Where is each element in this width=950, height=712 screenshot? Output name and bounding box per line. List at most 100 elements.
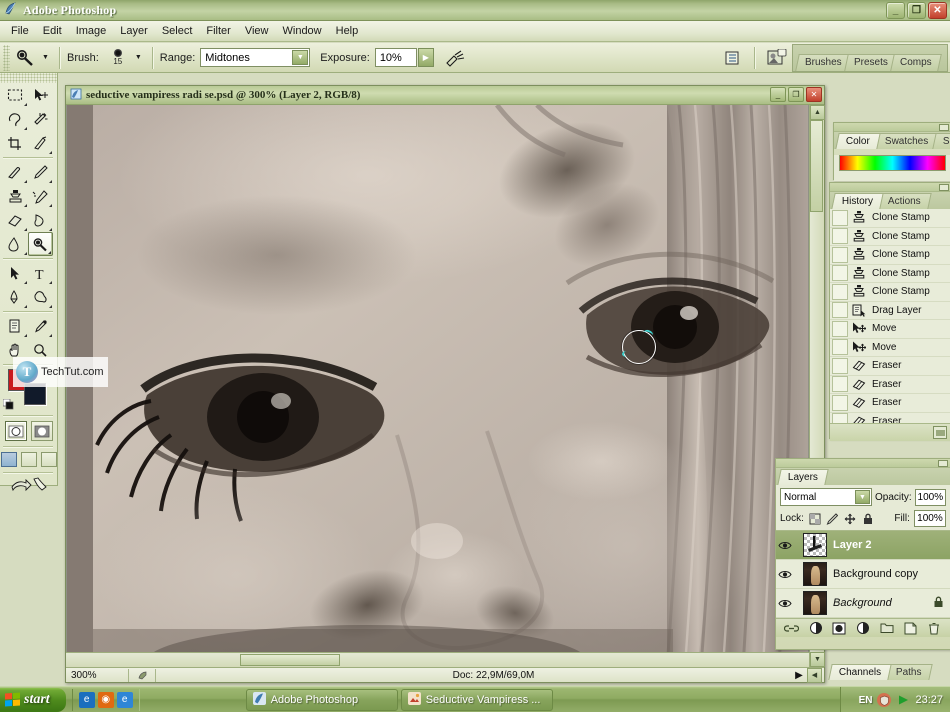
standard-screen-mode-button[interactable]	[0, 452, 17, 467]
gradient-tool[interactable]	[28, 208, 53, 232]
scroll-up-icon[interactable]: ▲	[810, 105, 825, 120]
palette-well[interactable]: Brushes Presets Comps	[792, 44, 948, 72]
menu-view[interactable]: View	[238, 23, 276, 39]
tab-layers[interactable]: Layers	[777, 469, 829, 485]
lock-transparency-icon[interactable]	[808, 512, 822, 526]
airbrush-icon[interactable]	[444, 47, 466, 69]
tab-swatches[interactable]: Swatches	[874, 133, 939, 149]
new-group-icon[interactable]	[879, 621, 894, 636]
history-item[interactable]: Clone Stamp	[830, 209, 950, 228]
history-item[interactable]: Clone Stamp	[830, 283, 950, 302]
document-minimize-button[interactable]: _	[770, 87, 786, 102]
browser-icon[interactable]: e	[116, 691, 133, 708]
history-snapshot-box[interactable]	[832, 394, 848, 411]
jump-to-imageready-button[interactable]	[0, 475, 57, 495]
chevron-down-icon[interactable]: ▼	[292, 50, 309, 65]
new-layer-icon[interactable]	[903, 621, 918, 636]
canvas-horizontal-scrollbar[interactable]	[66, 652, 809, 667]
slice-tool[interactable]	[28, 131, 53, 155]
menu-window[interactable]: Window	[276, 23, 329, 39]
image-ready-icon[interactable]	[766, 47, 788, 69]
document-preview-icon[interactable]	[129, 670, 155, 681]
document-titlebar[interactable]: seductive vampiress radi se.psd @ 300% (…	[66, 86, 824, 105]
file-browser-icon[interactable]	[721, 47, 743, 69]
eye-icon[interactable]	[776, 569, 793, 580]
vertical-scroll-thumb[interactable]	[810, 120, 823, 212]
restore-button[interactable]: ❐	[907, 2, 926, 19]
history-snapshot-box[interactable]	[832, 265, 848, 282]
horizontal-scroll-thumb[interactable]	[240, 654, 340, 666]
blend-mode-select[interactable]: Normal ▼	[780, 488, 872, 506]
history-snapshot-box[interactable]	[832, 209, 848, 226]
tab-paths[interactable]: Paths	[885, 664, 933, 680]
magic-wand-tool[interactable]	[28, 107, 53, 131]
history-palette-minimize-button[interactable]	[939, 184, 949, 191]
color-palette-titlebar[interactable]	[834, 123, 950, 132]
dodge-tool-preview-icon[interactable]	[13, 46, 39, 70]
eye-icon[interactable]	[776, 540, 793, 551]
history-snapshot-box[interactable]	[832, 246, 848, 263]
palette-well-tab-presets[interactable]: Presets	[843, 54, 898, 71]
lasso-tool[interactable]	[3, 107, 28, 131]
statusbar-resize-icon[interactable]: ◀	[807, 667, 822, 683]
palette-well-tab-comps[interactable]: Comps	[889, 54, 942, 71]
adjustment-layer-icon[interactable]	[855, 621, 870, 636]
statusbar-menu-icon[interactable]: ▶	[791, 670, 807, 681]
layer-row[interactable]: Background copy	[776, 560, 950, 589]
lock-all-icon[interactable]	[861, 512, 875, 526]
history-item[interactable]: Eraser	[830, 394, 950, 413]
menu-image[interactable]: Image	[69, 23, 114, 39]
history-palette-titlebar[interactable]	[830, 183, 950, 192]
menu-layer[interactable]: Layer	[113, 23, 155, 39]
tab-color[interactable]: Color	[835, 133, 881, 149]
tab-styles[interactable]: S	[932, 133, 950, 149]
link-layers-icon[interactable]	[784, 621, 800, 636]
layer-row[interactable]: Background	[776, 589, 950, 618]
brush-preview[interactable]: 15	[104, 49, 132, 66]
firefox-icon[interactable]: ◉	[97, 691, 114, 708]
toolbox-grip[interactable]	[0, 73, 57, 83]
crop-tool[interactable]	[3, 131, 28, 155]
history-item[interactable]: Move	[830, 320, 950, 339]
eraser-tool[interactable]	[3, 208, 28, 232]
history-item[interactable]: Clone Stamp	[830, 246, 950, 265]
eyedropper-tool[interactable]	[28, 314, 53, 338]
eye-icon[interactable]	[776, 598, 793, 609]
history-item[interactable]: Clone Stamp	[830, 228, 950, 246]
layer-thumbnail[interactable]	[803, 562, 827, 586]
exposure-slider-button[interactable]: ▶	[417, 48, 434, 67]
history-item[interactable]: Clone Stamp	[830, 265, 950, 283]
brush-dropdown[interactable]: ▼	[132, 51, 145, 64]
history-snapshot-box[interactable]	[832, 413, 848, 423]
type-tool[interactable]: T	[28, 261, 53, 285]
close-button[interactable]: ✕	[928, 2, 947, 19]
language-indicator[interactable]: EN	[859, 695, 873, 706]
layers-palette-minimize-button[interactable]	[938, 460, 948, 467]
color-palette-minimize-button[interactable]	[939, 124, 949, 131]
history-item[interactable]: Eraser	[830, 413, 950, 423]
healing-brush-tool[interactable]	[3, 160, 28, 184]
history-item[interactable]: Eraser	[830, 376, 950, 394]
rectangular-marquee-tool[interactable]	[3, 83, 28, 107]
palette-well-tab-brushes[interactable]: Brushes	[795, 54, 852, 71]
range-select[interactable]: Midtones ▼	[200, 48, 311, 67]
dodge-tool[interactable]	[28, 232, 53, 256]
delete-layer-icon[interactable]	[927, 621, 942, 636]
history-snapshot-box[interactable]	[832, 376, 848, 393]
layers-palette-titlebar[interactable]	[776, 459, 950, 468]
menu-file[interactable]: File	[4, 23, 36, 39]
history-list[interactable]: Clone Stamp Clone Stamp Clone Stamp Clone S…	[830, 209, 950, 423]
tab-channels[interactable]: Channels	[828, 664, 892, 680]
history-brush-tool[interactable]	[28, 184, 53, 208]
exposure-input[interactable]: 10%	[374, 48, 417, 67]
menu-edit[interactable]: Edit	[36, 23, 69, 39]
layer-thumbnail[interactable]	[803, 533, 827, 557]
options-bar-grip[interactable]	[3, 44, 10, 71]
history-item[interactable]: Eraser	[830, 357, 950, 376]
custom-shape-tool[interactable]	[28, 285, 53, 309]
tool-preset-dropdown[interactable]: ▼	[39, 51, 52, 64]
quick-mask-mode-button[interactable]	[30, 421, 53, 441]
chevron-down-icon[interactable]: ▼	[855, 490, 870, 504]
history-snapshot-box[interactable]	[832, 357, 848, 374]
pen-tool[interactable]	[3, 285, 28, 309]
